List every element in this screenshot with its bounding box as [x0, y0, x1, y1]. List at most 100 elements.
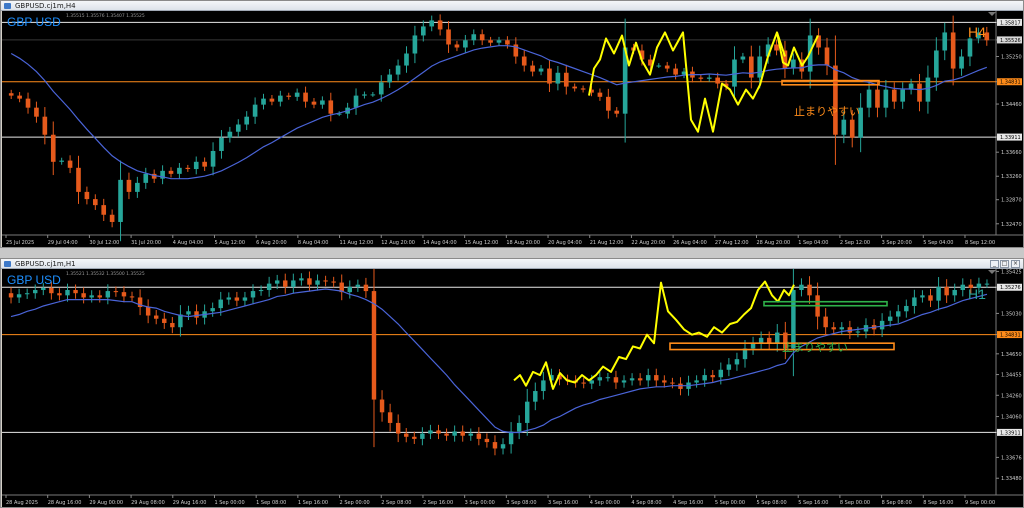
- candle-body: [656, 65, 662, 67]
- candle-body: [959, 56, 964, 69]
- window-titlebar[interactable]: GBPUSD.cj1m,H1 _ □ ×: [1, 259, 1023, 269]
- level-price-label: 1.35276: [1000, 285, 1021, 291]
- candle-body: [444, 433, 449, 436]
- candle-body: [109, 214, 115, 222]
- candle-body: [698, 77, 704, 79]
- timeframe-label: H4: [968, 24, 986, 40]
- chart-window-h4: GBPUSD.cj1m,H4 1.35817 1.35526 1.35250 1.34…: [0, 0, 1024, 248]
- candle-body: [476, 433, 482, 439]
- level-price-label: 1.33911: [1000, 135, 1021, 141]
- time-tick-label: 5 Sep 04:00: [923, 240, 953, 246]
- candle-body: [65, 290, 70, 296]
- candle-body: [162, 318, 167, 323]
- time-tick-label: 4 Aug 04:00: [173, 240, 204, 246]
- candle-body: [637, 378, 643, 381]
- candle-body: [936, 286, 941, 301]
- candle-body: [496, 40, 502, 43]
- candle-body: [436, 430, 441, 434]
- candle-body: [740, 56, 746, 60]
- candle-body: [153, 315, 159, 319]
- candle-body: [952, 290, 957, 296]
- candle-body: [492, 442, 498, 449]
- candle-body: [227, 131, 233, 138]
- candle-body: [960, 284, 965, 291]
- candle-body: [320, 100, 325, 105]
- time-tick-label: 8 Sep 00:00: [840, 500, 870, 506]
- candle-body: [833, 65, 838, 135]
- candle-body: [463, 40, 468, 48]
- candle-body: [807, 284, 812, 296]
- chart-plot-h4[interactable]: 1.35817 1.35526 1.35250 1.34831 1.34460 1.339…: [2, 11, 1023, 247]
- chart-plot-h1[interactable]: 1.355261.354251.352761.350301.348311.346…: [2, 269, 1023, 507]
- candle-body: [547, 68, 552, 84]
- ohlc-readout: 1.35521 1.35532 1.35500 1.35525: [66, 271, 145, 277]
- time-tick-label: 8 Sep 16:00: [923, 500, 953, 506]
- level-price-label: 1.35817: [1000, 20, 1021, 26]
- candle-body: [580, 88, 586, 90]
- candle-body: [25, 98, 31, 108]
- candle-body: [261, 98, 266, 105]
- candle-body: [378, 82, 384, 95]
- candle-body: [50, 134, 56, 162]
- candle-body: [928, 295, 933, 301]
- candle-body: [59, 160, 64, 162]
- candle-body: [866, 89, 872, 108]
- candle-body: [664, 65, 670, 69]
- time-tick-label: 29 Aug 08:00: [131, 500, 165, 506]
- candle-body: [460, 431, 465, 436]
- maximize-button[interactable]: □: [1000, 260, 1009, 268]
- candle-body: [97, 295, 102, 298]
- candle-body: [673, 68, 678, 75]
- candle-body: [17, 95, 22, 99]
- time-tick-label: 2 Sep 12:00: [840, 240, 870, 246]
- candle-body: [508, 431, 514, 445]
- candle-body: [446, 29, 451, 45]
- candle-body: [748, 56, 754, 78]
- minimize-button[interactable]: _: [990, 260, 999, 268]
- chart-window-h1: GBPUSD.cj1m,H1 _ □ × 1.355261.354251.352…: [0, 258, 1024, 508]
- candle-body: [525, 401, 530, 423]
- candle-body: [242, 297, 248, 301]
- price-tick-label: 1.33676: [1001, 455, 1022, 461]
- candle-body: [67, 160, 73, 168]
- candle-body: [395, 65, 401, 75]
- candle-body: [41, 287, 46, 291]
- candle-body: [404, 53, 409, 66]
- time-tick-label: 2 Sep 00:00: [340, 500, 370, 506]
- candle-body: [250, 291, 256, 298]
- candle-body: [917, 83, 922, 102]
- candle-body: [387, 74, 392, 83]
- candle-body: [269, 98, 275, 102]
- candle-body: [226, 297, 232, 300]
- candle-body: [404, 433, 409, 437]
- candle-body: [266, 283, 272, 291]
- candle-body: [454, 44, 460, 48]
- candle-body: [718, 369, 724, 378]
- candle-body: [839, 327, 845, 330]
- candle-body: [896, 311, 901, 317]
- candle-body: [84, 191, 90, 200]
- candle-body: [105, 291, 111, 298]
- candle-body: [589, 380, 594, 384]
- candle-body: [471, 34, 477, 41]
- candle-body: [654, 375, 659, 381]
- time-tick-label: 22 Aug 20:00: [631, 240, 665, 246]
- candle-body: [331, 281, 336, 283]
- candle-body: [775, 332, 780, 344]
- candle-body: [185, 167, 191, 170]
- candle-body: [468, 433, 473, 436]
- candle-body: [370, 94, 376, 96]
- close-button[interactable]: ×: [1011, 260, 1020, 268]
- candle-body: [34, 107, 39, 117]
- candle-body: [950, 32, 956, 69]
- candle-body: [42, 116, 48, 135]
- candle-body: [89, 295, 94, 298]
- window-titlebar[interactable]: GBPUSD.cj1m,H4: [1, 1, 1023, 11]
- candle-body: [92, 199, 98, 206]
- candle-body: [530, 65, 535, 72]
- time-tick-label: 4 Sep 08:00: [631, 500, 661, 506]
- symbol-label: GBP USD: [7, 273, 61, 287]
- candle-body: [732, 59, 737, 87]
- candle-body: [437, 20, 443, 30]
- candle-body: [8, 293, 14, 298]
